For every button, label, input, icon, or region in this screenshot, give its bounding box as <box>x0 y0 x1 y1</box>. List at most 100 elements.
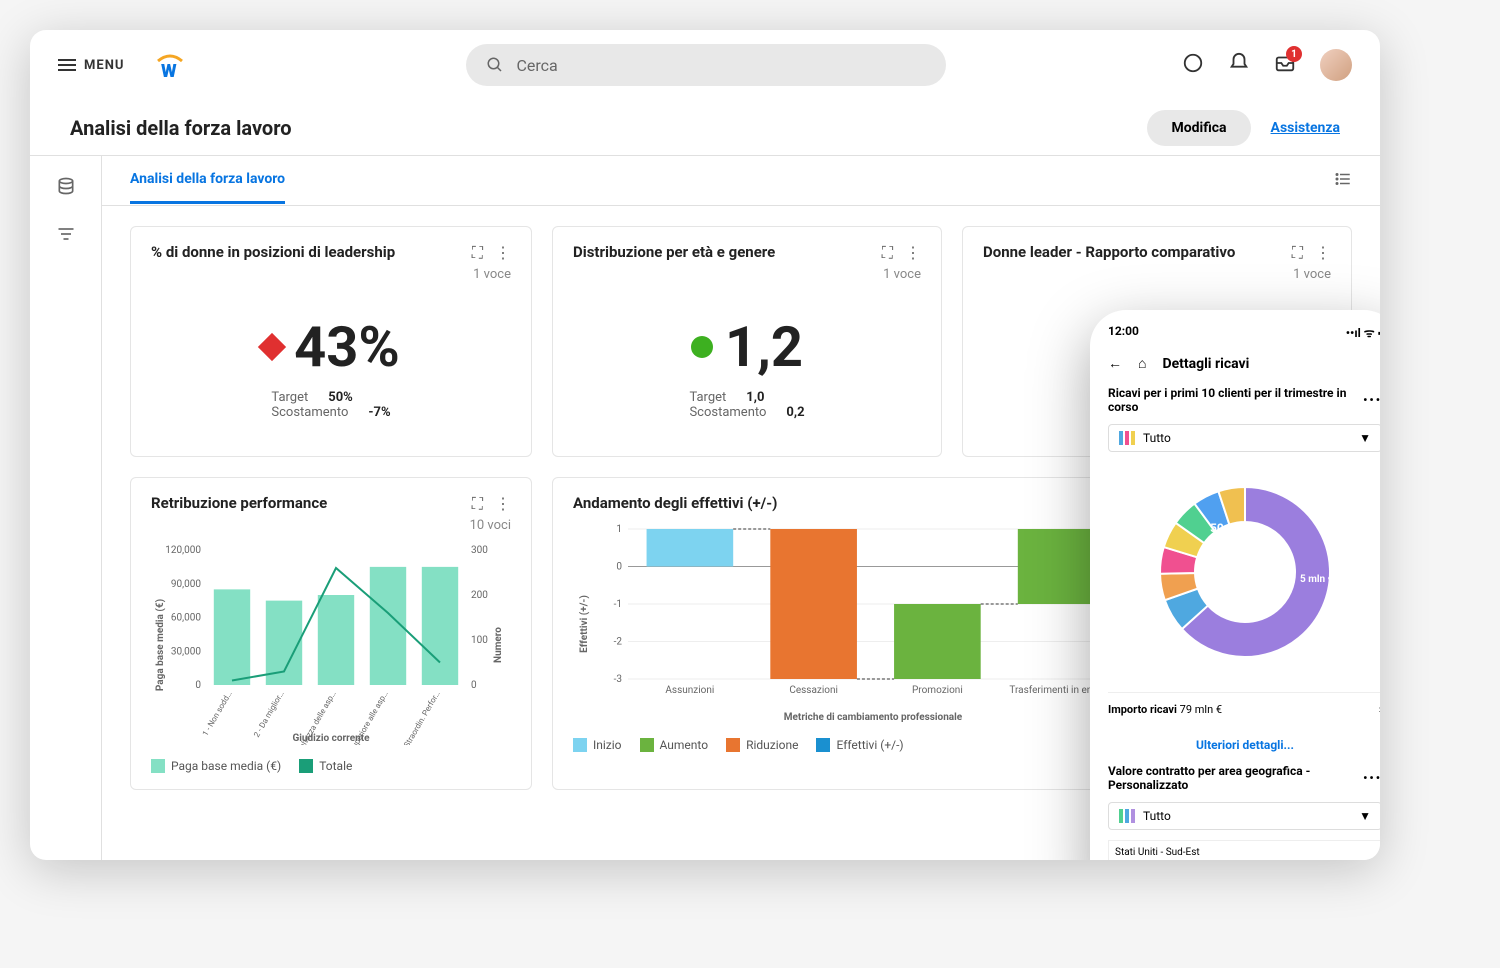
mobile-status-bar: 12:00 ••ıl ᯤ ▪ <box>1108 324 1380 341</box>
legend-item: Aumento <box>660 738 709 752</box>
kpi-value: 1,2 <box>725 314 803 380</box>
svg-text:1 - Non sodd…: 1 - Non sodd… <box>201 690 234 738</box>
donut-chart: 50 mln €5 mln € <box>1135 462 1355 682</box>
inbox-icon[interactable]: 1 <box>1274 52 1296 78</box>
filter-icon[interactable] <box>56 224 76 248</box>
deviation-label: Scostamento <box>271 405 348 420</box>
deviation-value: 0,2 <box>786 405 804 420</box>
card-title: Distribuzione per età e genere <box>573 243 775 261</box>
target-label: Target <box>689 390 726 405</box>
modify-button[interactable]: Modifica <box>1147 110 1250 146</box>
card-title: % di donne in posizioni di leadership <box>151 243 395 261</box>
mobile-title: Dettagli ricavi <box>1162 356 1249 372</box>
more-icon[interactable]: ⋮ <box>905 243 921 263</box>
deviation-value: -7% <box>368 405 390 420</box>
svg-text:100: 100 <box>471 635 488 646</box>
mobile-section-title: Valore contratto per area geografica - P… <box>1108 764 1363 792</box>
more-icon[interactable]: ⋮ <box>495 494 511 514</box>
mobile-overlay: 12:00 ••ıl ᯤ ▪ ← ⌂ Dettagli ricavi Ricav… <box>1090 310 1380 860</box>
filter-value: Tutto <box>1143 431 1171 445</box>
svg-text:Numero: Numero <box>493 627 504 663</box>
chat-icon[interactable] <box>1182 52 1204 78</box>
more-icon[interactable]: ⋮ <box>495 243 511 263</box>
svg-text:-2: -2 <box>614 637 623 648</box>
legend: Paga base media (€) Totale <box>151 759 511 773</box>
card-title: Retribuzione performance <box>151 494 327 512</box>
chevron-down-icon: ▼ <box>1359 809 1371 823</box>
tabs: Analisi della forza lavoro <box>102 156 1380 206</box>
legend-item: Inizio <box>593 738 622 752</box>
search-icon <box>486 56 504 74</box>
svg-text:30,000: 30,000 <box>171 646 201 657</box>
mobile-filter-select[interactable]: Tutto ▼ <box>1108 424 1380 452</box>
target-label: Target <box>271 390 308 405</box>
mobile-summary-row[interactable]: Importo ricavi 79 mln € › <box>1108 692 1380 726</box>
legend-item: Paga base media (€) <box>171 759 281 773</box>
avatar[interactable] <box>1320 49 1352 81</box>
target-value: 50% <box>328 390 353 405</box>
svg-text:0: 0 <box>616 562 622 573</box>
svg-text:Promozioni: Promozioni <box>912 685 963 696</box>
tab-analisi[interactable]: Analisi della forza lavoro <box>130 171 285 204</box>
mobile-time: 12:00 <box>1108 324 1139 341</box>
svg-text:60,000: 60,000 <box>171 613 201 624</box>
expand-icon[interactable]: ⛶ <box>472 494 483 514</box>
expand-icon[interactable]: ⛶ <box>882 243 893 263</box>
svg-text:Cessazioni: Cessazioni <box>789 685 838 696</box>
card-title: Donne leader - Rapporto comparativo <box>983 243 1235 261</box>
card-subtitle: 1 voce <box>573 267 921 282</box>
card-subtitle: 10 voci <box>151 518 511 533</box>
expand-icon[interactable]: ⛶ <box>472 243 483 263</box>
svg-text:W: W <box>161 61 177 81</box>
search-placeholder: Cerca <box>516 56 557 75</box>
chevron-right-icon: › <box>1379 703 1380 716</box>
bar-label: Stati Uniti - Sud-Est <box>1115 847 1375 858</box>
card-subtitle: 1 voce <box>151 267 511 282</box>
more-icon[interactable]: ••• <box>1363 393 1380 407</box>
svg-text:-1: -1 <box>614 599 622 610</box>
legend-item: Totale <box>319 759 352 773</box>
list-view-icon[interactable] <box>1334 170 1352 192</box>
diamond-icon <box>258 333 286 361</box>
svg-text:120,000: 120,000 <box>165 545 201 556</box>
home-icon[interactable]: ⌂ <box>1138 355 1146 372</box>
svg-text:90,000: 90,000 <box>171 579 201 590</box>
inbox-badge: 1 <box>1286 46 1302 62</box>
svg-text:50 mln €: 50 mln € <box>1210 521 1257 535</box>
top-bar: MENU W Cerca 1 <box>30 30 1380 100</box>
menu-button[interactable]: MENU <box>58 58 124 73</box>
svg-text:0: 0 <box>471 680 477 691</box>
assistance-link[interactable]: Assistenza <box>1271 120 1340 136</box>
svg-text:200: 200 <box>471 590 488 601</box>
menu-label: MENU <box>84 58 124 73</box>
chevron-down-icon: ▼ <box>1359 431 1371 445</box>
notification-icon[interactable] <box>1228 52 1250 78</box>
header-actions: Modifica Assistenza <box>1147 110 1340 146</box>
row-value: 79 mln € <box>1180 703 1222 716</box>
card-title: Andamento degli effettivi (+/-) <box>573 494 777 512</box>
svg-text:Paga base media (€): Paga base media (€) <box>154 599 166 691</box>
more-icon[interactable]: ••• <box>1363 771 1380 785</box>
card-women-leadership: % di donne in posizioni di leadership ⛶ … <box>130 226 532 457</box>
mobile-filter-select-2[interactable]: Tutto ▼ <box>1108 802 1380 830</box>
top-icons: 1 <box>1182 49 1352 81</box>
mobile-header: ← ⌂ Dettagli ricavi <box>1108 355 1380 372</box>
card-retribuzione: Retribuzione performance ⛶ ⋮ 10 voci 0 30… <box>130 477 532 790</box>
expand-icon[interactable]: ⛶ <box>1292 243 1303 263</box>
legend-item: Effettivi (+/-) <box>836 738 903 752</box>
page-header: Analisi della forza lavoro Modifica Assi… <box>30 100 1380 156</box>
sidebar <box>30 156 102 860</box>
andamento-chart: -3-2-101Effettivi (+/-)Metriche di cambi… <box>573 524 1133 724</box>
svg-text:Assunzioni: Assunzioni <box>665 685 714 696</box>
svg-text:0: 0 <box>195 680 201 691</box>
more-icon[interactable]: ⋮ <box>1315 243 1331 263</box>
more-details-link[interactable]: Ulteriori dettagli... <box>1108 726 1380 764</box>
mobile-section-title: Ricavi per i primi 10 clienti per il tri… <box>1108 386 1363 414</box>
card-age-gender: Distribuzione per età e genere ⛶ ⋮ 1 voc… <box>552 226 942 457</box>
search-input[interactable]: Cerca <box>466 44 946 86</box>
target-value: 1,0 <box>746 390 764 405</box>
kpi-value: 43% <box>294 314 400 380</box>
data-sources-icon[interactable] <box>56 176 76 200</box>
deviation-label: Scostamento <box>689 405 766 420</box>
back-icon[interactable]: ← <box>1108 355 1122 372</box>
